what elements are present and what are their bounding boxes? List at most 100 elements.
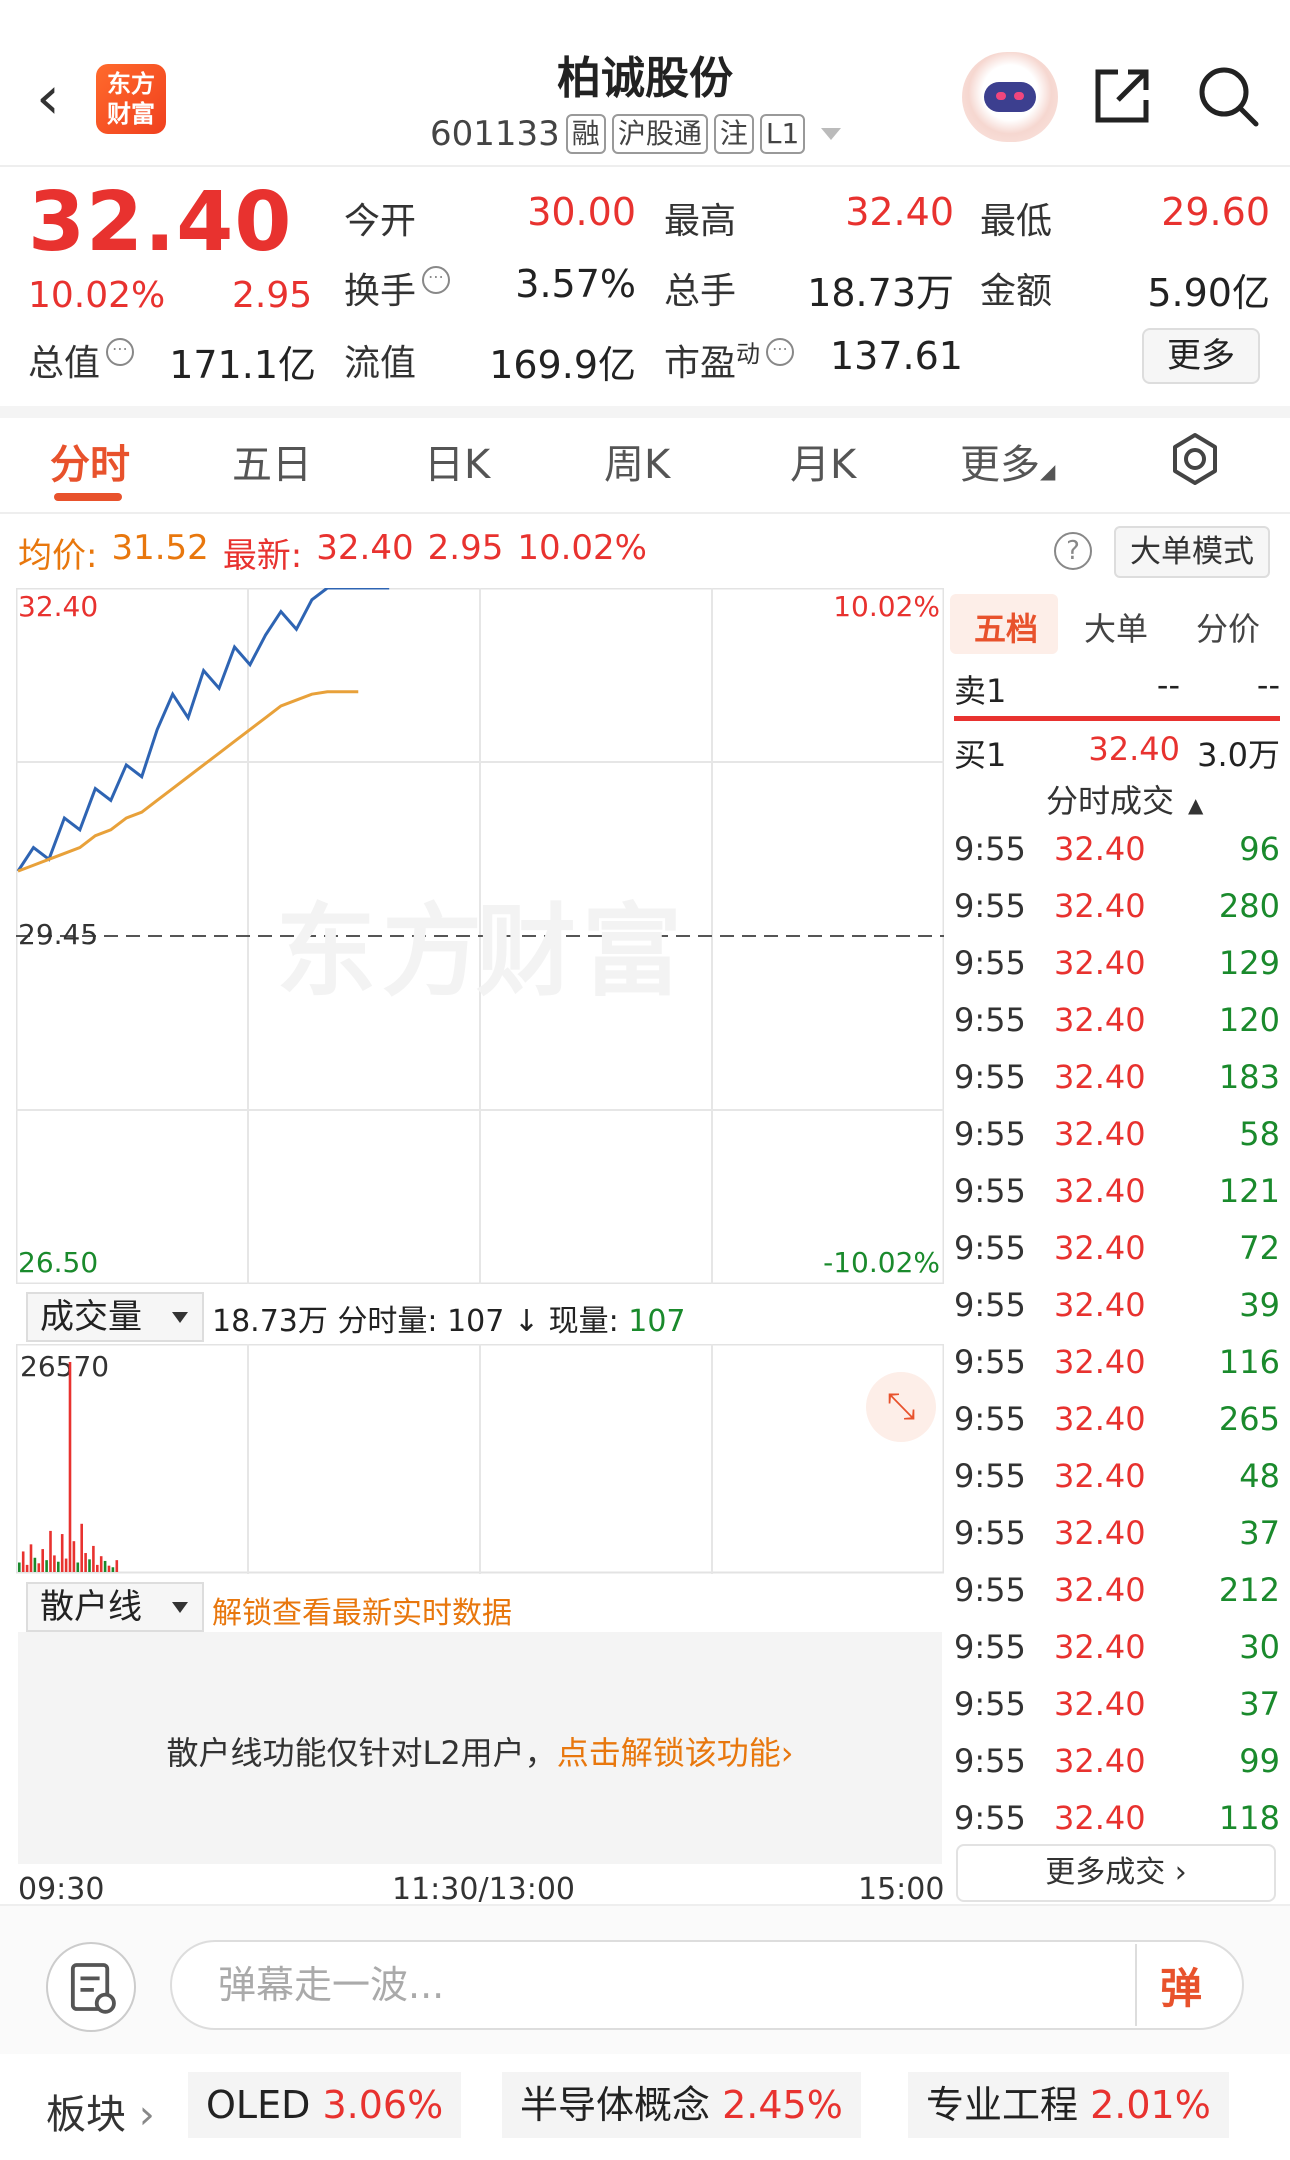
ai-assistant-icon[interactable] — [962, 52, 1058, 142]
tab-monthly-k[interactable]: 月K — [790, 432, 856, 490]
trade-time: 9:55 — [954, 1171, 1026, 1210]
volume-bar — [45, 1560, 48, 1572]
search-icon[interactable] — [1196, 64, 1260, 128]
ask-bid-divider — [954, 716, 1280, 721]
sector-name: 半导体概念 — [520, 2083, 711, 2127]
trade-time: 9:55 — [954, 943, 1026, 982]
trade-row: 9:55 32.40 37 — [954, 1504, 1280, 1561]
info-icon[interactable]: ⋯ — [106, 338, 135, 366]
more-trades-button[interactable]: 更多成交 › — [956, 1844, 1276, 1902]
unlock-realtime-link[interactable]: 解锁查看最新实时数据 — [212, 1588, 512, 1632]
indicator-select-retail[interactable]: 散户线 — [26, 1582, 204, 1632]
trade-price: 32.40 — [1054, 829, 1146, 868]
stat-market-cap-label[interactable]: 总值 ⋯ — [28, 334, 135, 386]
trade-price: 32.40 — [1054, 1399, 1146, 1438]
sector-name: OLED — [206, 2083, 311, 2127]
trade-volume: 39 — [1239, 1285, 1280, 1324]
volume-bar — [49, 1530, 52, 1572]
trades-title[interactable]: 分时成交 ▲ — [1046, 776, 1203, 822]
danmaku-toggle-button[interactable]: 弹 — [1160, 1955, 1202, 2016]
volume-bar — [37, 1563, 41, 1572]
trade-row: 9:55 32.40 58 — [954, 1105, 1280, 1162]
watermark: 东方 — [276, 893, 488, 1010]
stat-low-label: 最低 — [980, 201, 1053, 242]
volume-bar — [111, 1567, 115, 1572]
trade-volume: 72 — [1239, 1228, 1280, 1267]
tab-more[interactable]: 更多◢ — [960, 432, 1055, 490]
indicator-select-label: 成交量 — [40, 1297, 142, 1337]
indicator-select-volume[interactable]: 成交量 — [26, 1292, 204, 1342]
gear-icon[interactable] — [1168, 432, 1222, 486]
robot-eye-left — [996, 92, 1006, 100]
trades-title-text: 分时成交 — [1046, 782, 1175, 820]
trade-volume: 265 — [1218, 1399, 1280, 1438]
danmaku-input[interactable]: 弹幕走一波... — [170, 1940, 1244, 2030]
more-stats-button[interactable]: 更多 — [1142, 328, 1260, 384]
volume-info: 18.73万 分时量: 107 ↓ 现量: 107 — [212, 1296, 686, 1340]
latest-price-value: 32.40 — [316, 528, 414, 568]
info-icon[interactable]: ⋯ — [422, 266, 451, 294]
sector-pct: 2.45% — [722, 2083, 843, 2127]
volume-chart[interactable] — [16, 1344, 944, 1574]
volume-bar — [33, 1557, 37, 1572]
sector-label[interactable]: 板块 › — [46, 2082, 155, 2140]
stat-pe-text: 市盈 — [664, 343, 737, 384]
tab-more-label: 更多 — [960, 442, 1040, 488]
volume-bar — [41, 1549, 44, 1572]
current-price: 32.40 — [28, 175, 293, 270]
tab-weekly-k[interactable]: 周K — [604, 432, 670, 490]
volume-bar — [107, 1565, 111, 1572]
notes-icon[interactable] — [46, 1942, 136, 2032]
time-label-close: 15:00 — [858, 1872, 945, 1907]
trade-row: 9:55 32.40 96 — [954, 820, 1280, 877]
unlock-feature-link[interactable]: 点击解锁该功能› — [557, 1734, 794, 1772]
trade-time: 9:55 — [954, 1684, 1026, 1723]
volume-bar — [29, 1544, 33, 1572]
fenshi-volume-value: 107 — [447, 1304, 505, 1339]
tab-big-orders[interactable]: 大单 — [1084, 604, 1148, 650]
stat-high-label: 最高 — [664, 201, 737, 242]
ask-price: -- — [1156, 666, 1180, 704]
volume-bar — [21, 1551, 25, 1572]
sector-chip[interactable]: OLED 3.06% — [188, 2072, 462, 2138]
tab-price-distribution[interactable]: 分价 — [1196, 604, 1260, 650]
volume-bar — [88, 1559, 91, 1572]
trade-price: 32.40 — [1054, 1114, 1146, 1153]
pct-axis-top: 10.02% — [833, 590, 940, 623]
stock-code-row[interactable]: 601133 融 沪股通 注 L1 — [430, 112, 842, 156]
help-icon[interactable]: ? — [1054, 532, 1092, 570]
divider — [1135, 1944, 1137, 2026]
tab-five-day[interactable]: 五日 — [232, 432, 312, 490]
sector-chip[interactable]: 半导体概念 2.45% — [502, 2072, 861, 2138]
trade-time: 9:55 — [954, 1000, 1026, 1039]
info-icon[interactable]: ⋯ — [766, 338, 795, 366]
tab-five-levels[interactable]: 五档 — [974, 604, 1038, 650]
stat-turnover-label[interactable]: 换手 ⋯ — [344, 262, 451, 314]
trade-volume: 58 — [1239, 1114, 1280, 1153]
stat-market-cap-value: 171.1亿 — [169, 343, 316, 387]
tab-intraday[interactable]: 分时 — [50, 432, 130, 490]
trade-row: 9:55 32.40 30 — [954, 1618, 1280, 1675]
price-axis-bottom: 26.50 — [18, 1246, 98, 1279]
trade-volume: 48 — [1239, 1456, 1280, 1495]
retail-locked-message: 散户线功能仅针对L2用户，点击解锁该功能› — [18, 1728, 942, 1774]
stat-turnover-text: 换手 — [344, 271, 417, 312]
share-icon[interactable] — [1090, 64, 1154, 128]
volume-bar — [68, 1362, 72, 1572]
tag-level1: L1 — [759, 114, 806, 154]
trade-row: 9:55 32.40 118 — [954, 1789, 1280, 1846]
sector-pct: 3.06% — [322, 2083, 444, 2127]
tag-hk-connect: 沪股通 — [611, 114, 708, 154]
volume-total: 18.73万 — [212, 1304, 328, 1339]
stat-pe-label[interactable]: 市盈动 ⋯ — [664, 334, 795, 386]
volume-bar — [80, 1523, 83, 1572]
big-order-mode-button[interactable]: 大单模式 — [1114, 526, 1270, 578]
trade-volume: 280 — [1218, 886, 1280, 925]
trade-volume: 118 — [1218, 1798, 1280, 1837]
trade-price: 32.40 — [1054, 1513, 1146, 1552]
trade-price: 32.40 — [1054, 1684, 1146, 1723]
tab-daily-k[interactable]: 日K — [424, 432, 490, 490]
volume-bar — [103, 1560, 107, 1572]
sector-chip[interactable]: 专业工程 2.01% — [908, 2072, 1229, 2138]
bid-price: 32.40 — [1088, 730, 1180, 768]
